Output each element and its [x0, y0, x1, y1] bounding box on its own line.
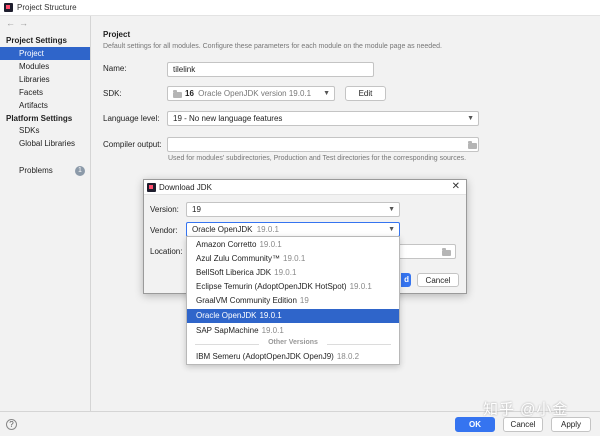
- option-version: 19.0.1: [259, 240, 282, 249]
- project-settings-header: Project Settings: [6, 36, 67, 45]
- nav-arrows: ←→: [6, 18, 32, 28]
- sidebar-item-modules[interactable]: Modules: [0, 60, 90, 73]
- dialog-cancel-button[interactable]: Cancel: [417, 273, 459, 287]
- browse-folder-icon[interactable]: [468, 141, 477, 149]
- help-icon[interactable]: ?: [6, 419, 17, 430]
- sidebar: ←→ Project Settings Project Modules Libr…: [0, 16, 91, 411]
- option-version: 19.0.1: [261, 326, 284, 335]
- vendor-option-azul-zulu[interactable]: Azul Zulu Community™ 19.0.1: [187, 252, 399, 266]
- name-label: Name:: [103, 64, 127, 73]
- vendor-option-amazon-corretto[interactable]: Amazon Corretto 19.0.1: [187, 238, 399, 252]
- vendor-name: Oracle OpenJDK: [192, 225, 253, 234]
- location-label: Location:: [150, 247, 183, 256]
- window-titlebar: Project Structure: [0, 0, 600, 16]
- close-icon[interactable]: ✕: [452, 181, 460, 192]
- option-name: SAP SapMachine: [196, 326, 259, 335]
- sdk-folder-icon: [173, 90, 182, 98]
- option-version: 19: [299, 296, 309, 305]
- sidebar-item-artifacts[interactable]: Artifacts: [0, 99, 90, 112]
- vendor-select[interactable]: Oracle OpenJDK 19.0.1 ▼: [186, 222, 400, 237]
- back-arrow-icon[interactable]: ←: [6, 18, 19, 28]
- watermark-text: 知乎 @小金: [483, 401, 569, 418]
- vendor-version: 19.0.1: [256, 225, 279, 234]
- download-button[interactable]: d: [401, 273, 411, 287]
- version-select[interactable]: 19 ▼: [186, 202, 400, 217]
- browse-folder-icon[interactable]: [442, 248, 451, 256]
- ok-button[interactable]: OK: [455, 417, 495, 432]
- name-input[interactable]: tilelink: [167, 62, 374, 77]
- version-label: Version:: [150, 205, 179, 214]
- window-title: Project Structure: [17, 3, 77, 12]
- option-name: Oracle OpenJDK: [196, 311, 257, 320]
- separator-line: [327, 344, 391, 345]
- option-version: 19.0.1: [283, 254, 306, 263]
- vendor-option-bellsoft-liberica[interactable]: BellSoft Liberica JDK 19.0.1: [187, 266, 399, 280]
- apply-button[interactable]: Apply: [551, 417, 591, 432]
- compiler-output-hint: Used for modules' subdirectories, Produc…: [168, 155, 467, 162]
- app-icon: [4, 3, 13, 12]
- option-name: Amazon Corretto: [196, 240, 257, 249]
- option-version: 19.0.1: [349, 282, 372, 291]
- sidebar-item-facets[interactable]: Facets: [0, 86, 90, 99]
- problems-count-badge: 1: [75, 166, 85, 176]
- vendor-option-oracle-openjdk[interactable]: Oracle OpenJDK 19.0.1: [187, 309, 399, 323]
- dialog-title: Download JDK: [159, 183, 212, 192]
- sidebar-item-project[interactable]: Project: [0, 47, 90, 60]
- problems-label: Problems: [19, 166, 53, 175]
- sidebar-item-global-libraries[interactable]: Global Libraries: [0, 137, 90, 150]
- vendor-option-eclipse-temurin[interactable]: Eclipse Temurin (AdoptOpenJDK HotSpot) 19…: [187, 280, 399, 294]
- edit-sdk-button[interactable]: Edit: [345, 86, 386, 101]
- dialog-titlebar: Download JDK ✕: [144, 180, 466, 195]
- platform-settings-header: Platform Settings: [6, 114, 73, 123]
- other-versions-separator: Other Versions: [187, 338, 399, 350]
- language-level-select[interactable]: 19 - No new language features ▼: [167, 111, 479, 126]
- chevron-down-icon: ▼: [388, 206, 395, 213]
- option-name: BellSoft Liberica JDK: [196, 268, 272, 277]
- version-value: 19: [192, 205, 201, 214]
- sdk-detail: Oracle OpenJDK version 19.0.1: [198, 89, 312, 98]
- page-title: Project: [103, 30, 131, 39]
- chevron-down-icon: ▼: [323, 90, 330, 97]
- option-version: 18.0.2: [336, 352, 360, 361]
- vendor-option-graalvm[interactable]: GraalVM Community Edition 19: [187, 294, 399, 308]
- chevron-down-icon: ▼: [388, 226, 395, 233]
- sidebar-item-problems[interactable]: Problems 1: [0, 164, 90, 177]
- sidebar-item-sdks[interactable]: SDKs: [0, 124, 90, 137]
- cancel-button[interactable]: Cancel: [503, 417, 543, 432]
- compiler-output-input[interactable]: [167, 137, 479, 152]
- vendor-option-sap-sapmachine[interactable]: SAP SapMachine 19.0.1: [187, 324, 399, 338]
- option-name: GraalVM Community Edition: [196, 296, 297, 305]
- language-level-label: Language level:: [103, 114, 160, 123]
- vendor-dropdown-list: Amazon Corretto 19.0.1 Azul Zulu Communit…: [186, 236, 400, 365]
- sdk-label: SDK:: [103, 89, 122, 98]
- option-name: IBM Semeru (AdoptOpenJDK OpenJ9): [196, 352, 334, 361]
- option-name: Azul Zulu Community™: [196, 254, 281, 263]
- sidebar-item-libraries[interactable]: Libraries: [0, 73, 90, 86]
- forward-arrow-icon[interactable]: →: [19, 18, 32, 28]
- option-name: Eclipse Temurin (AdoptOpenJDK HotSpot): [196, 282, 347, 291]
- option-version: 19.0.1: [274, 268, 297, 277]
- chevron-down-icon: ▼: [467, 115, 474, 122]
- option-version: 19.0.1: [259, 311, 282, 320]
- language-level-value: 19 - No new language features: [173, 114, 283, 123]
- app-icon: [147, 183, 156, 192]
- compiler-output-label: Compiler output:: [103, 140, 162, 149]
- vendor-label: Vendor:: [150, 226, 178, 235]
- sdk-select[interactable]: 16 Oracle OpenJDK version 19.0.1 ▼: [167, 86, 335, 101]
- sdk-value: 16: [185, 89, 194, 98]
- page-description: Default settings for all modules. Config…: [103, 43, 442, 50]
- vendor-option-ibm-semeru[interactable]: IBM Semeru (AdoptOpenJDK OpenJ9) 18.0.2: [187, 350, 399, 364]
